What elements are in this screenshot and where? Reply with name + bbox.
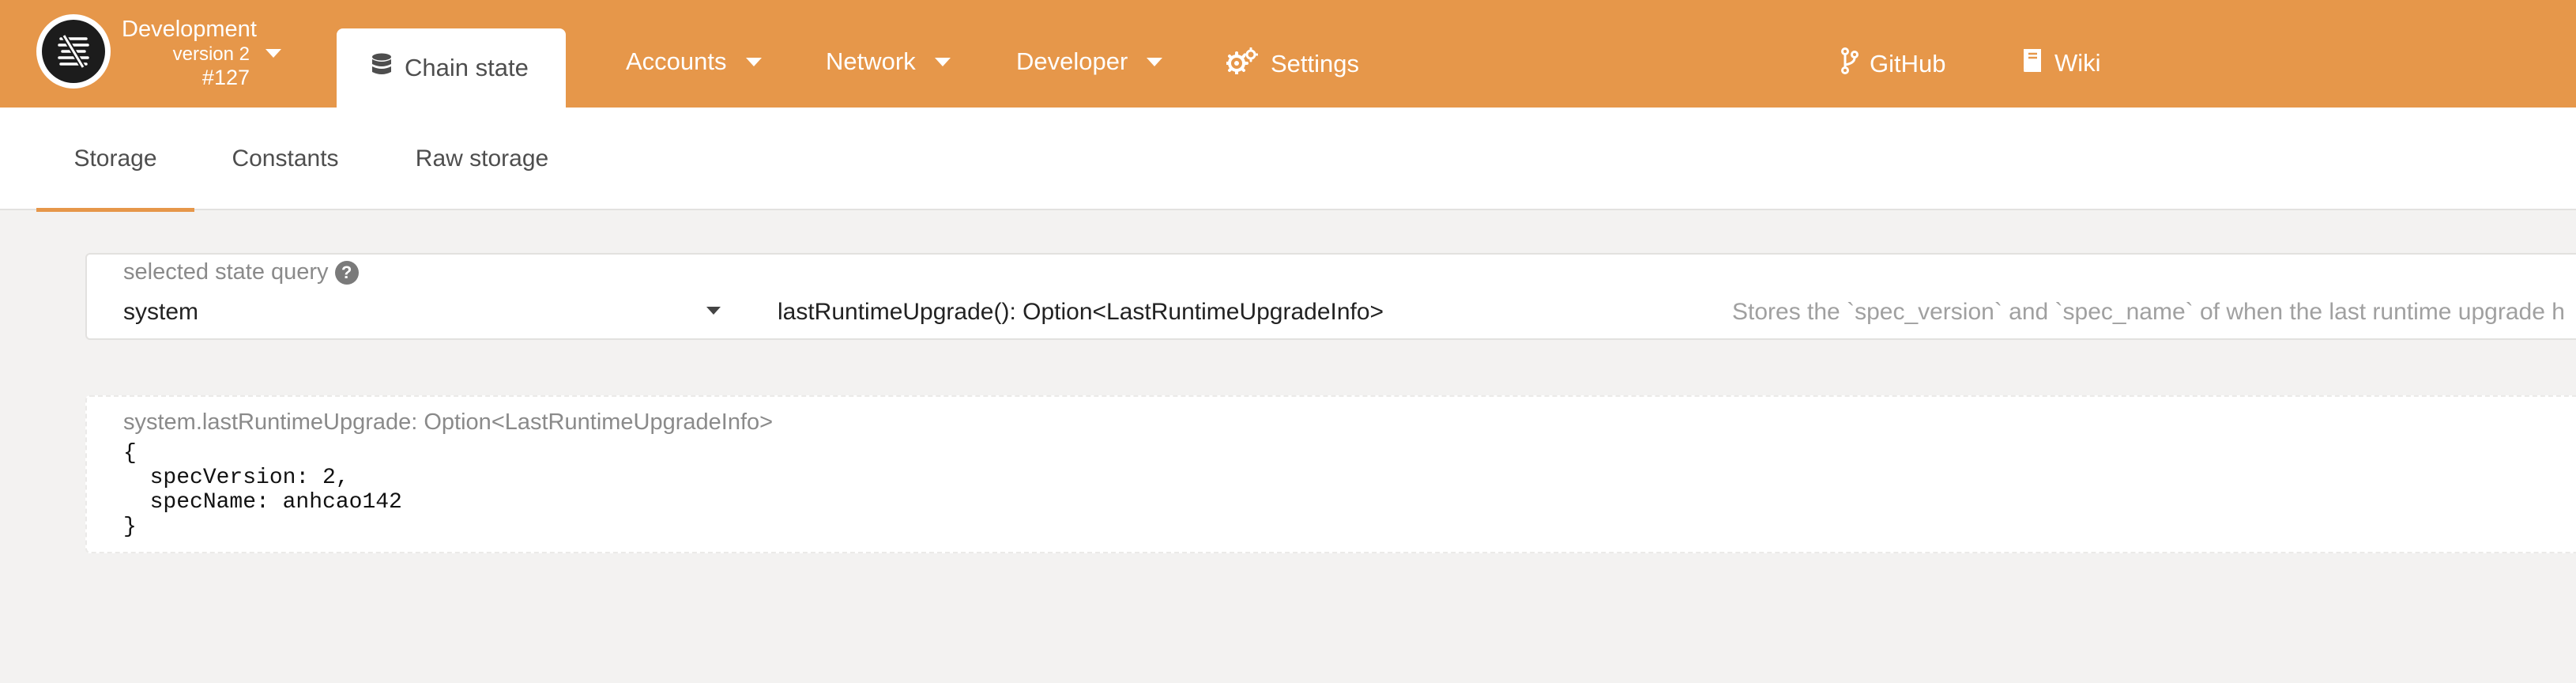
tab-constants[interactable]: Constants: [212, 108, 359, 210]
chevron-down-icon[interactable]: [266, 49, 281, 58]
tab-raw-storage[interactable]: Raw storage: [397, 108, 567, 210]
nav-accounts[interactable]: Accounts: [626, 47, 762, 76]
query-label-text: selected state query: [123, 259, 329, 285]
book-icon: [2021, 47, 2043, 79]
nav-settings[interactable]: Settings: [1225, 47, 1360, 81]
query-label: selected state query ?: [123, 259, 359, 285]
top-navbar: Development version 2 #127 Chain state A…: [0, 0, 2576, 108]
nav-wiki[interactable]: Wiki: [2021, 47, 2101, 79]
tab-chain-state[interactable]: Chain state: [337, 28, 566, 108]
state-query-panel: selected state query ? system lastRuntim…: [85, 253, 2576, 340]
method-select[interactable]: lastRuntimeUpgrade(): Option<LastRuntime…: [778, 292, 1384, 332]
nav-wiki-label: Wiki: [2054, 49, 2101, 77]
chevron-down-icon[interactable]: [706, 307, 721, 315]
nav-settings-label: Settings: [1271, 50, 1360, 77]
nav-github-label: GitHub: [1870, 50, 1946, 77]
help-icon[interactable]: ?: [334, 260, 359, 285]
best-block-number: #127: [201, 66, 250, 90]
nav-developer-label: Developer: [1016, 47, 1128, 75]
substrate-logo-icon[interactable]: [36, 14, 111, 89]
code-branch-icon: [1841, 47, 1859, 81]
nav-network-label: Network: [826, 47, 916, 75]
chevron-down-icon: [1147, 57, 1163, 66]
nav-network[interactable]: Network: [826, 47, 951, 76]
database-icon: [371, 53, 392, 83]
nav-github[interactable]: GitHub: [1841, 47, 1945, 81]
query-result-panel: system.lastRuntimeUpgrade: Option<LastRu…: [85, 395, 2576, 553]
tab-chain-state-label: Chain state: [405, 54, 529, 81]
runtime-version: version 2: [172, 43, 250, 65]
chevron-down-icon: [934, 57, 951, 66]
method-documentation: Stores the `spec_version` and `spec_name…: [1732, 299, 2565, 325]
result-label: system.lastRuntimeUpgrade: Option<LastRu…: [123, 409, 774, 435]
gears-icon: [1225, 47, 1259, 81]
module-select[interactable]: system: [123, 292, 732, 332]
chain-name: Development: [122, 17, 257, 42]
nav-developer[interactable]: Developer: [1016, 47, 1163, 76]
tab-storage[interactable]: Storage: [36, 108, 194, 212]
nav-accounts-label: Accounts: [626, 47, 727, 75]
result-value: { specVersion: 2, specName: anhcao142 }: [123, 441, 402, 539]
chain-selector[interactable]: Development version 2 #127: [122, 17, 257, 90]
sub-tabs: Storage Constants Raw storage: [0, 108, 2576, 212]
chevron-down-icon: [745, 57, 762, 66]
